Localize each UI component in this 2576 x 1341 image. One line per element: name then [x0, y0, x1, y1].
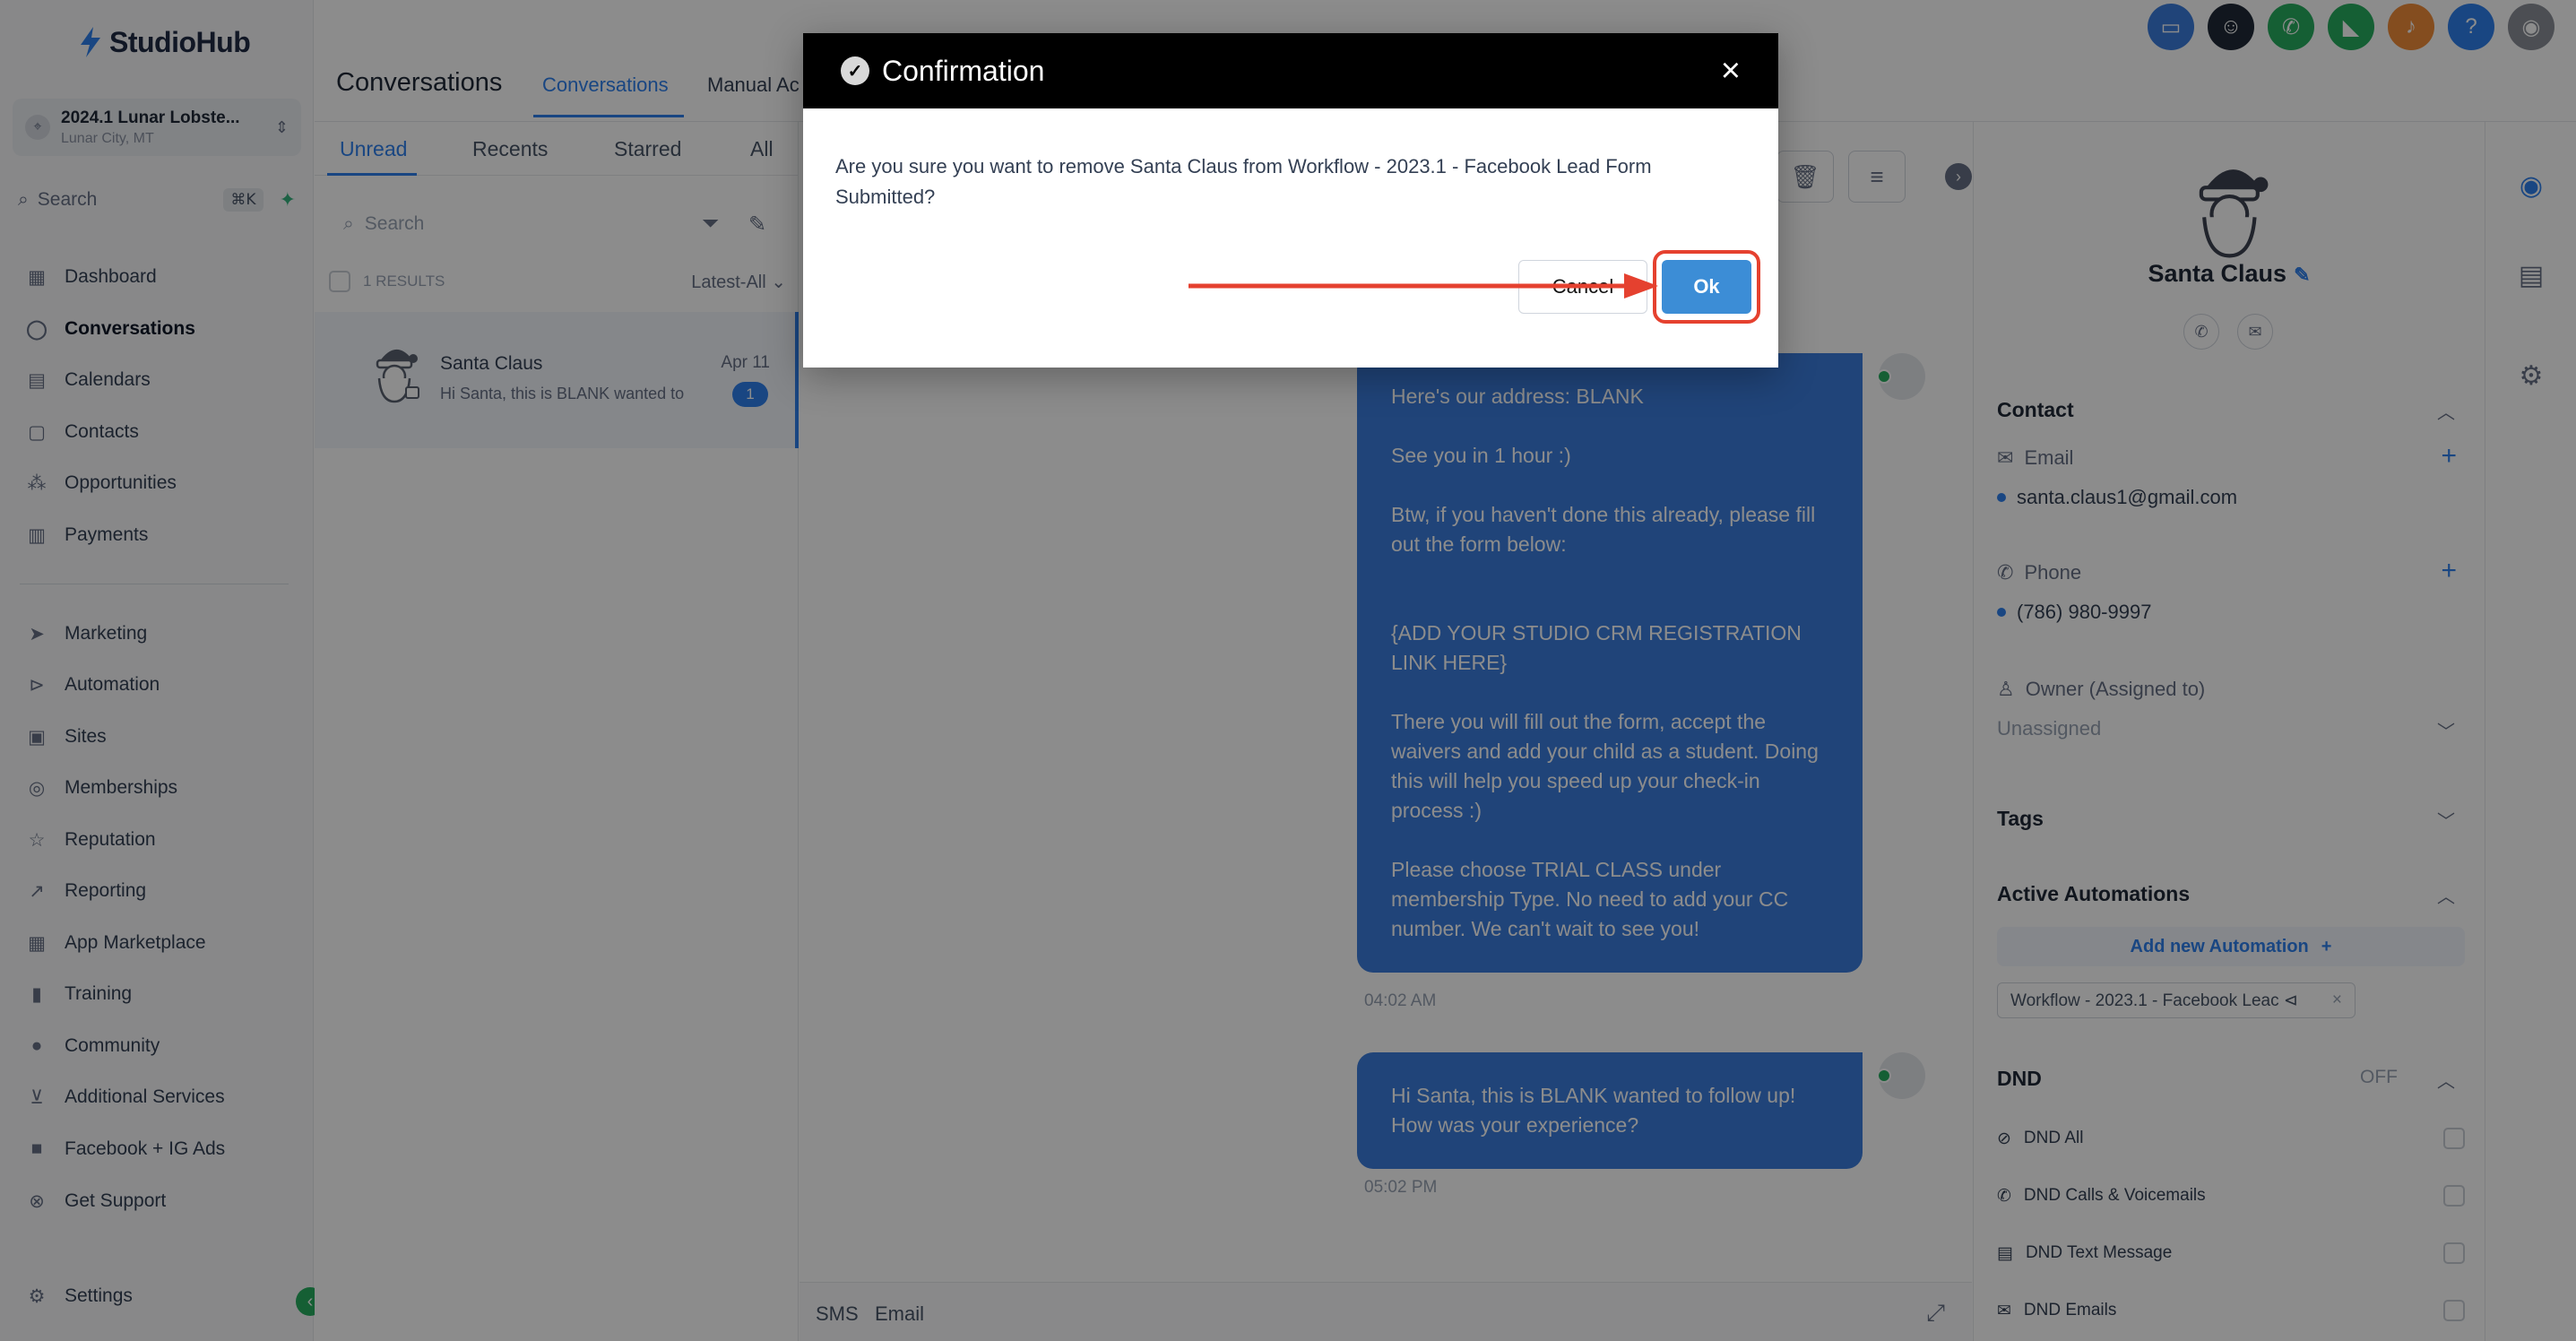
annotation-highlight: [1653, 250, 1760, 324]
annotation-arrow-icon: [1189, 273, 1658, 298]
dialog-message: Are you sure you want to remove Santa Cl…: [835, 155, 1652, 208]
close-icon[interactable]: ×: [1721, 54, 1741, 88]
confirmation-dialog: ✓ Confirmation × Are you sure you want t…: [803, 33, 1778, 368]
dialog-title: Confirmation: [882, 54, 1045, 87]
check-circle-icon: ✓: [841, 56, 869, 85]
dialog-header: ✓ Confirmation ×: [803, 33, 1778, 108]
